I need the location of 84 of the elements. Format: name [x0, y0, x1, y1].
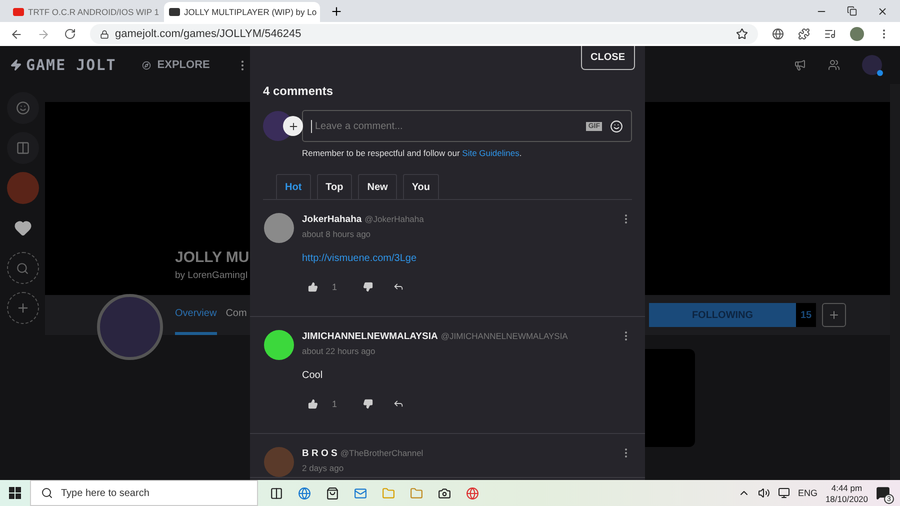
commenter-avatar[interactable]	[264, 213, 294, 243]
library-button[interactable]	[6, 132, 38, 164]
mail-icon[interactable]	[354, 486, 367, 500]
speaker-icon[interactable]	[758, 487, 770, 499]
reply-icon[interactable]	[393, 398, 404, 409]
close-button[interactable]: CLOSE	[580, 46, 635, 70]
commenter-handle: @JokerHahaha	[364, 214, 424, 224]
task-view-icon[interactable]	[270, 486, 283, 500]
site-favicon-icon	[13, 8, 24, 16]
sort-tab[interactable]: You	[402, 174, 439, 199]
face-icon	[16, 101, 30, 115]
people-icon[interactable]	[828, 59, 840, 71]
store-icon[interactable]	[326, 486, 339, 500]
follower-count: 15	[796, 303, 816, 327]
comments-heading: 4 comments	[263, 84, 334, 98]
lock-icon	[100, 30, 109, 38]
plus-icon	[288, 120, 298, 132]
commenter-name[interactable]: JIMICHANNELNEWMALAYSIA	[302, 330, 438, 342]
comment-link[interactable]: http://vismuene.com/3Lge	[302, 253, 632, 264]
comment-time: about 8 hours ago	[302, 229, 372, 239]
close-icon[interactable]	[877, 6, 888, 16]
game-title: JOLLY MU	[175, 249, 250, 266]
taskbar-search-field[interactable]: Type here to search	[30, 480, 258, 506]
comment-time: 2 days ago	[302, 463, 345, 473]
commenter-avatar[interactable]	[264, 330, 294, 360]
megaphone-icon[interactable]	[794, 59, 806, 71]
browser-icon[interactable]	[466, 486, 479, 500]
like-icon[interactable]	[308, 398, 318, 408]
site-logo[interactable]: GAME JOLT	[26, 56, 116, 74]
restore-icon[interactable]	[847, 6, 857, 16]
dislike-icon[interactable]	[363, 398, 374, 408]
address-field[interactable]: gamejolt.com/games/JOLLYM/546245	[90, 24, 758, 44]
add-community-button[interactable]	[6, 292, 38, 324]
browser-icon[interactable]	[298, 486, 311, 500]
comment-field[interactable]: Leave a comment...	[311, 120, 578, 132]
browser-tab[interactable]: JOLLY MULTIPLAYER (WIP) by Lo	[164, 2, 320, 22]
search-icon	[41, 487, 53, 499]
sort-tab[interactable]: Hot	[276, 174, 311, 199]
like-icon[interactable]	[308, 282, 318, 292]
profile-avatar[interactable]	[850, 27, 864, 41]
heart-icon	[14, 219, 32, 237]
language-indicator[interactable]: ENG	[798, 488, 818, 498]
commenter-handle: @TheBrotherChannel	[340, 448, 424, 458]
dislike-icon[interactable]	[363, 282, 374, 292]
guidelines-link[interactable]: Site Guidelines	[462, 148, 520, 158]
notifications-icon[interactable]	[876, 486, 890, 500]
windows-logo-icon[interactable]	[9, 487, 21, 499]
commenter-name[interactable]: B R O S	[302, 448, 338, 458]
sort-tab[interactable]: New	[358, 174, 397, 199]
clock[interactable]: 4:44 pm 18/10/2020	[825, 482, 868, 504]
discover-button[interactable]	[6, 252, 38, 284]
columns-icon	[16, 141, 30, 155]
comment-text: Cool	[302, 370, 324, 381]
search-icon	[16, 262, 29, 274]
user-avatar[interactable]	[862, 55, 882, 75]
browser-tab[interactable]: TRTF O.C.R ANDROID/IOS WIP 1	[8, 2, 164, 22]
back-icon[interactable]	[10, 28, 23, 40]
commenter-handle: @JIMICHANNELNEWMALAYSIA	[440, 331, 568, 341]
playlist-icon[interactable]	[824, 28, 836, 40]
reply-icon[interactable]	[393, 281, 404, 292]
lightning-bolt-icon[interactable]	[10, 59, 22, 71]
game-author: by LorenGamingI	[175, 270, 249, 281]
game-tab[interactable]: Com	[226, 295, 247, 335]
plus-icon	[16, 301, 30, 315]
site-favicon-icon	[169, 8, 180, 16]
folder-icon[interactable]	[410, 486, 423, 500]
emoji-icon[interactable]	[610, 120, 623, 132]
activity-button[interactable]	[6, 92, 38, 124]
plus-icon	[828, 309, 840, 321]
reload-icon[interactable]	[64, 28, 76, 40]
network-icon[interactable]	[778, 487, 790, 499]
camera-icon[interactable]	[438, 486, 451, 500]
puzzle-icon[interactable]	[798, 28, 810, 40]
globe-icon[interactable]	[772, 28, 784, 40]
explore-link[interactable]: EXPLORE	[157, 59, 210, 71]
compass-icon[interactable]	[142, 60, 152, 70]
star-icon[interactable]	[736, 28, 748, 40]
sort-tab[interactable]: Top	[316, 174, 352, 199]
commenter-name[interactable]: JokerHahaha	[302, 214, 362, 224]
new-tab-icon[interactable]	[330, 4, 343, 18]
comment-time: about 22 hours ago	[302, 346, 376, 356]
like-count: 1	[332, 282, 338, 292]
like-count: 1	[332, 398, 338, 408]
guidelines-note: Remember to be respectful and follow our Site Guidelines.	[302, 148, 523, 158]
